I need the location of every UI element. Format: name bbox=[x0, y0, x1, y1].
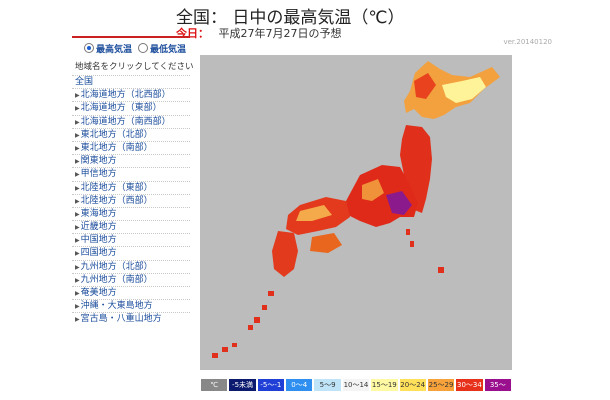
sakishima-island-2[interactable] bbox=[212, 353, 218, 358]
region-label: 東北地方（北部） bbox=[80, 129, 153, 140]
legend-cell: 15～19 bbox=[370, 378, 399, 392]
arrow-right-icon: ▶ bbox=[75, 118, 80, 126]
region-link[interactable]: ▶北海道地方（南西部） bbox=[72, 114, 190, 128]
arrow-right-icon: ▶ bbox=[75, 263, 80, 271]
legend-cell: 20～24 bbox=[398, 378, 427, 392]
legend-cell: 10～14 bbox=[341, 378, 371, 392]
region-label: 甲信地方 bbox=[80, 169, 117, 180]
region-link[interactable]: ▶関東地方 bbox=[72, 154, 190, 167]
amami-island-1[interactable] bbox=[268, 291, 274, 296]
forecast-subtitle: 今日： 平成27年7月27日の予想 bbox=[176, 25, 342, 41]
legend-cell: 25～29 bbox=[426, 378, 456, 392]
arrow-right-icon: ▶ bbox=[75, 197, 80, 205]
sakishima-island-1[interactable] bbox=[222, 347, 228, 352]
arrow-right-icon: ▶ bbox=[75, 184, 80, 192]
radio-max-label: 最高気温 bbox=[96, 44, 133, 55]
region-label: 宮古島・八重山地方 bbox=[80, 314, 162, 325]
region-link[interactable]: ▶東海地方 bbox=[72, 206, 190, 220]
amami-island-2[interactable] bbox=[262, 305, 267, 310]
region-label: 奄美地方 bbox=[80, 288, 117, 298]
region-link[interactable]: ▶宮古島・八重山地方 bbox=[72, 312, 190, 325]
region-label: 北陸地方（東部） bbox=[80, 182, 153, 193]
arrow-right-icon: ▶ bbox=[75, 316, 80, 324]
radio-unselected-icon[interactable] bbox=[138, 43, 149, 53]
arrow-right-icon: ▶ bbox=[75, 171, 80, 179]
okinawa-island-1[interactable] bbox=[254, 317, 260, 323]
legend-cell: 0～4 bbox=[285, 378, 314, 392]
instruction-text: 地域名をクリックしてください bbox=[75, 62, 194, 72]
legend-unit: ℃ bbox=[200, 378, 229, 392]
sakishima-island-3[interactable] bbox=[232, 343, 237, 347]
region-link[interactable]: ▶沖縄・大東島地方 bbox=[72, 299, 190, 312]
arrow-right-icon: ▶ bbox=[75, 158, 80, 166]
izu-island-1[interactable] bbox=[406, 229, 410, 235]
region-link[interactable]: ▶九州地方（北部） bbox=[72, 259, 190, 273]
forecast-date: 平成27年7月27日の予想 bbox=[218, 27, 342, 40]
region-link[interactable]: ▶北海道地方（北西部） bbox=[72, 88, 190, 101]
region-list: 全国 ▶北海道地方（北西部） ▶北海道地方（東部） ▶北海道地方（南西部） ▶東北地方（… bbox=[72, 75, 190, 326]
arrow-right-icon: ▶ bbox=[75, 237, 80, 245]
arrow-right-icon: ▶ bbox=[75, 224, 80, 232]
region-label: 北陸地方（西部） bbox=[80, 195, 153, 206]
temperature-type-selector: 最高気温 最低気温 bbox=[72, 38, 190, 58]
region-panel: 最高気温 最低気温 地域名をクリックしてください 全国 ▶北海道地方（北西部） ▶北… bbox=[72, 36, 194, 324]
region-link[interactable]: ▶北陸地方（西部） bbox=[72, 193, 190, 207]
region-link[interactable]: ▶北陸地方（東部） bbox=[72, 180, 190, 194]
ogasawara-island[interactable] bbox=[438, 267, 444, 273]
region-link[interactable]: ▶九州地方（南部） bbox=[72, 272, 190, 286]
region-link-all[interactable]: 全国 bbox=[72, 75, 190, 88]
radio-min-label: 最低気温 bbox=[150, 44, 187, 55]
arrow-right-icon: ▶ bbox=[75, 144, 80, 152]
region-link[interactable]: ▶甲信地方 bbox=[72, 167, 190, 180]
okinawa-island-2[interactable] bbox=[248, 325, 253, 330]
legend-cell: -5未満 bbox=[228, 378, 257, 392]
legend-cell: 5～9 bbox=[313, 378, 342, 392]
arrow-right-icon: ▶ bbox=[75, 276, 80, 284]
arrow-right-icon: ▶ bbox=[75, 131, 80, 139]
shikoku-region[interactable] bbox=[310, 233, 342, 253]
temperature-legend: ℃ -5未満 -5～-1 0～4 5～9 10～14 15～19 20～24 25～29 30～… bbox=[200, 378, 512, 392]
region-link[interactable]: ▶近畿地方 bbox=[72, 220, 190, 233]
izu-island-2[interactable] bbox=[410, 241, 414, 247]
version-label: ver.20140120 bbox=[503, 38, 552, 46]
region-link[interactable]: ▶中国地方 bbox=[72, 233, 190, 246]
temperature-map[interactable] bbox=[200, 55, 512, 370]
arrow-right-icon: ▶ bbox=[75, 92, 80, 100]
legend-cell: 30～34 bbox=[455, 378, 484, 392]
arrow-right-icon: ▶ bbox=[75, 105, 80, 113]
arrow-right-icon: ▶ bbox=[75, 250, 80, 258]
region-label: 北海道地方（北西部） bbox=[80, 90, 171, 101]
region-link[interactable]: ▶北海道地方（東部） bbox=[72, 101, 190, 114]
arrow-right-icon: ▶ bbox=[75, 290, 80, 297]
legend-cell: -5～-1 bbox=[256, 378, 286, 392]
radio-selected-icon[interactable] bbox=[84, 43, 94, 53]
region-label: 四国地方 bbox=[80, 248, 117, 259]
region-link[interactable]: ▶四国地方 bbox=[72, 246, 190, 259]
arrow-right-icon: ▶ bbox=[75, 210, 80, 218]
region-label: 東海地方 bbox=[80, 208, 117, 219]
region-link[interactable]: ▶奄美地方 bbox=[72, 286, 190, 299]
region-link[interactable]: ▶東北地方（南部） bbox=[72, 140, 190, 154]
region-label: 全国 bbox=[75, 77, 94, 87]
region-link[interactable]: ▶東北地方（北部） bbox=[72, 127, 190, 141]
region-label: 東北地方（南部） bbox=[80, 142, 153, 153]
japan-map-graphic[interactable] bbox=[200, 55, 512, 370]
arrow-right-icon: ▶ bbox=[75, 303, 80, 311]
region-label: 近畿地方 bbox=[80, 222, 117, 233]
region-label: 九州地方（南部） bbox=[80, 274, 153, 285]
legend-cell: 35～ bbox=[483, 378, 512, 392]
region-label: 関東地方 bbox=[80, 156, 117, 167]
region-label: 北海道地方（東部） bbox=[80, 103, 162, 114]
region-label: 中国地方 bbox=[80, 235, 117, 246]
region-label: 九州地方（北部） bbox=[80, 261, 153, 272]
region-label: 北海道地方（南西部） bbox=[80, 116, 171, 127]
radio-min-temp[interactable]: 最低気温 bbox=[138, 42, 186, 55]
radio-max-temp[interactable]: 最高気温 bbox=[84, 42, 132, 55]
kyushu-region[interactable] bbox=[272, 231, 298, 277]
region-label: 沖縄・大東島地方 bbox=[80, 301, 153, 312]
